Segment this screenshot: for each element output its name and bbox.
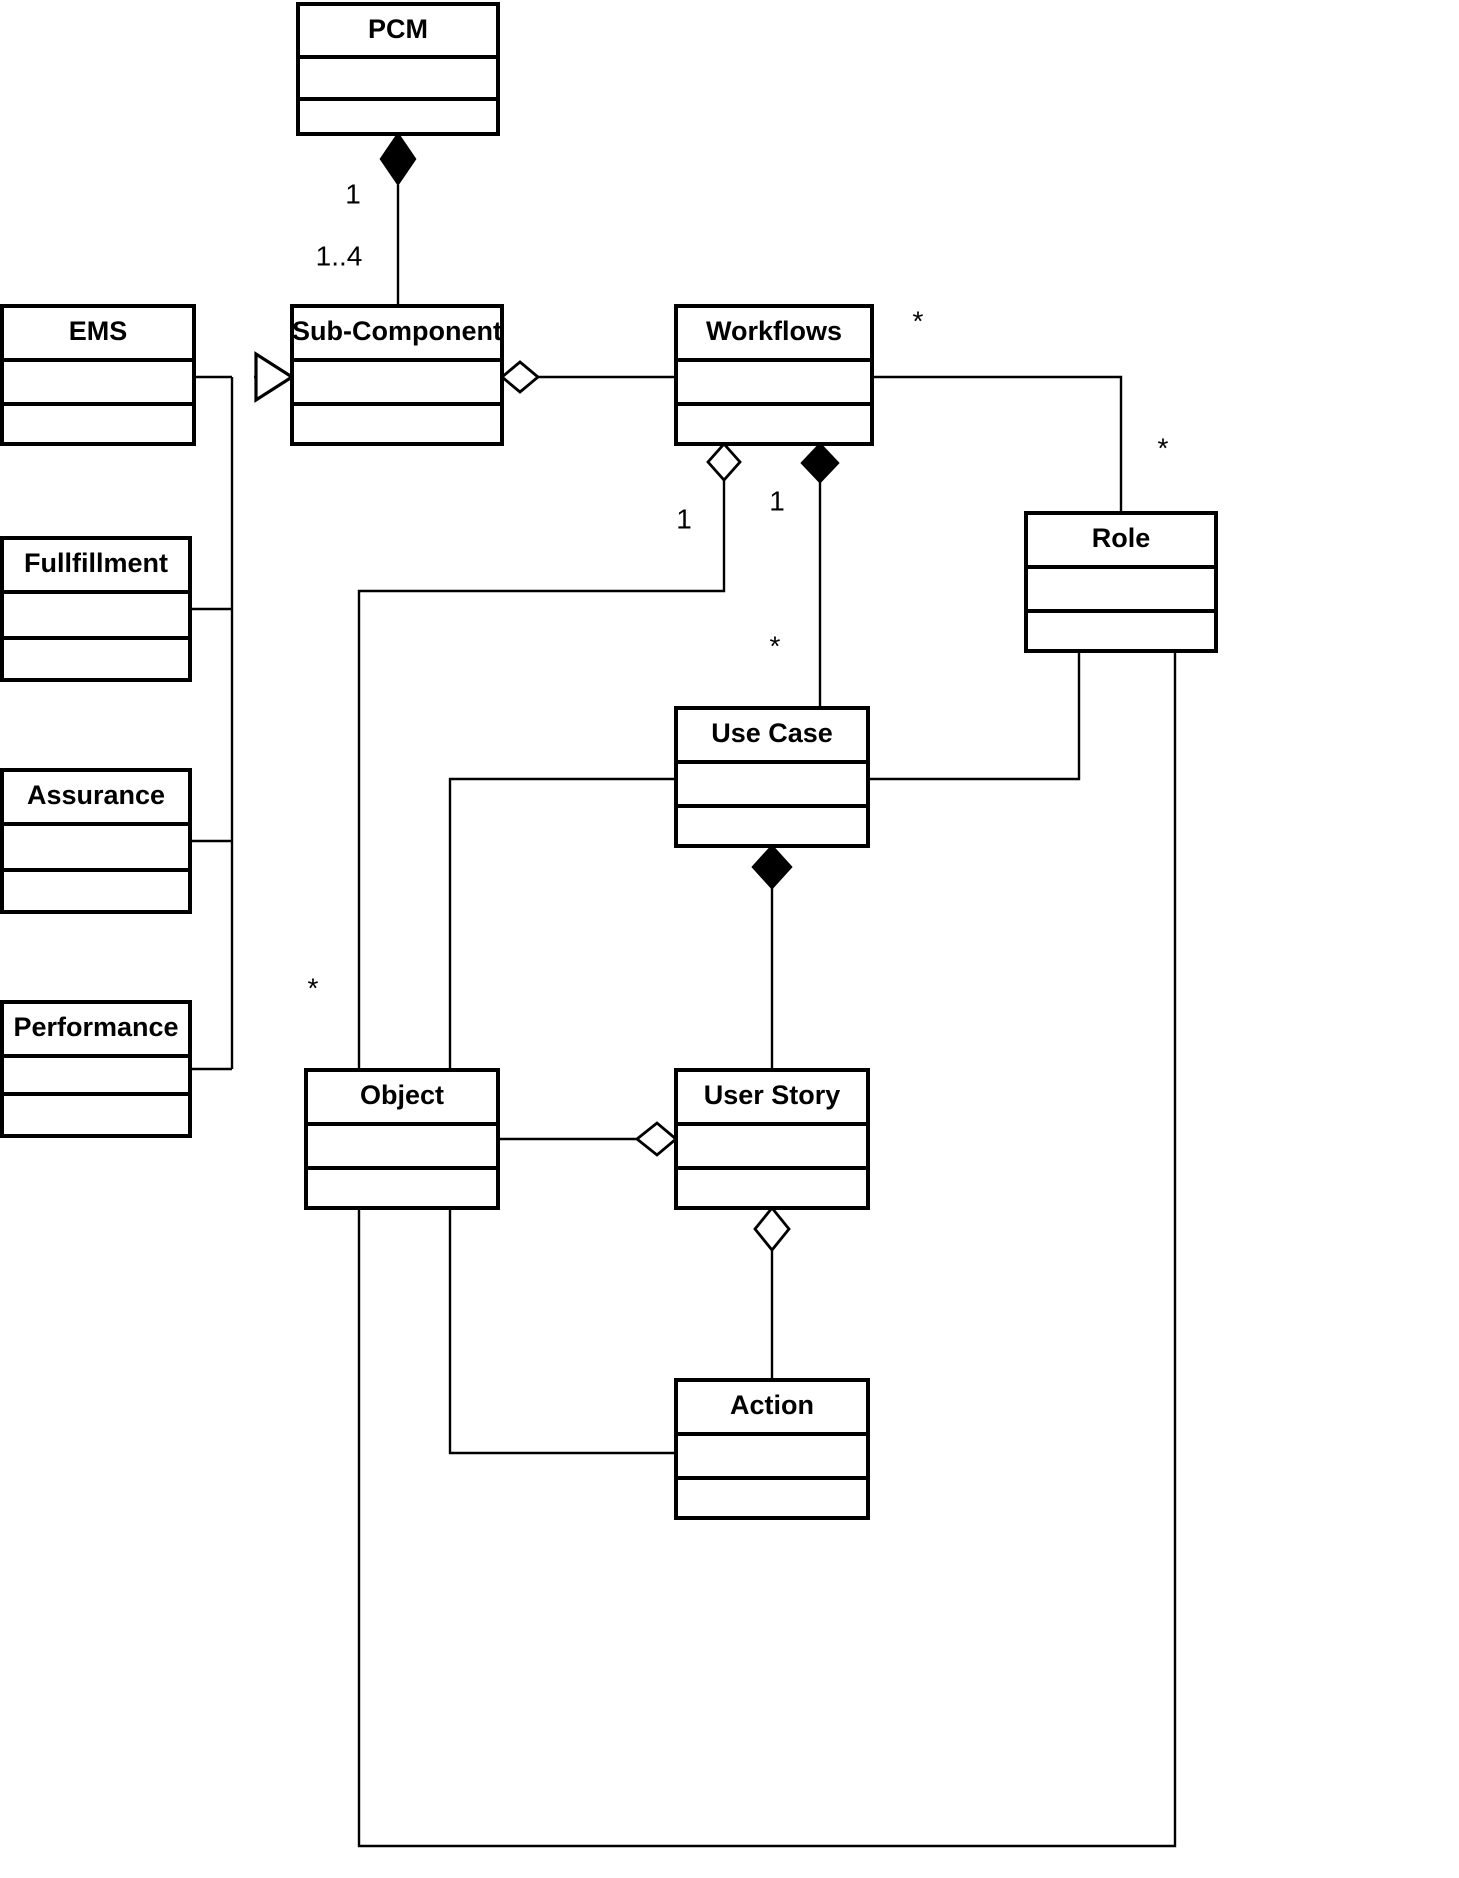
class-box-pcm[interactable]: PCM bbox=[296, 2, 500, 136]
connector-workflows-object bbox=[357, 479, 726, 1070]
hollow-diamond-icon-userstory-left bbox=[634, 1121, 679, 1157]
class-name-pcm: PCM bbox=[368, 14, 428, 44]
class-box-workflows[interactable]: Workflows bbox=[674, 304, 874, 446]
class-box-performance[interactable]: Performance bbox=[0, 1000, 192, 1138]
hollow-diamond-icon-subcomponent bbox=[499, 360, 541, 394]
multiplicity-label-workflows-object-1: 1 bbox=[676, 503, 692, 534]
class-name-user-story: User Story bbox=[704, 1080, 841, 1110]
multiplicity-label-role-star: * bbox=[1158, 432, 1169, 463]
class-box-fullfillment[interactable]: Fullfillment bbox=[0, 536, 192, 682]
class-box-user-story[interactable]: User Story bbox=[674, 1068, 870, 1210]
class-box-use-case[interactable]: Use Case bbox=[674, 706, 870, 848]
uml-class-diagram: PCM EMS Sub-Component Workflows Role Ful… bbox=[0, 0, 1459, 1878]
class-name-use-case: Use Case bbox=[711, 718, 833, 748]
filled-diamond-icon-workflows bbox=[800, 442, 840, 484]
filled-diamond-icon-pcm bbox=[379, 131, 417, 187]
connector-usecase-role bbox=[868, 651, 1081, 781]
class-name-action: Action bbox=[730, 1390, 814, 1420]
hollow-triangle-icon-subcomponent bbox=[254, 351, 295, 403]
multiplicity-label-pcm-1: 1 bbox=[345, 178, 361, 209]
filled-diamond-icon-usecase bbox=[751, 844, 793, 890]
multiplicity-label-workflows-usecase-1: 1 bbox=[769, 485, 785, 516]
class-box-action[interactable]: Action bbox=[674, 1378, 870, 1520]
class-name-fullfillment: Fullfillment bbox=[24, 548, 168, 578]
connector-workflows-role bbox=[872, 375, 1123, 513]
multiplicity-label-subcomponent-1-4: 1..4 bbox=[316, 240, 363, 271]
class-box-role[interactable]: Role bbox=[1024, 511, 1218, 653]
hollow-diamond-icon-workflows bbox=[706, 441, 742, 483]
hollow-diamond-icon-userstory-bottom bbox=[753, 1205, 791, 1253]
multiplicity-label-object-star: * bbox=[308, 972, 319, 1003]
multiplicity-label-usecase-star: * bbox=[770, 630, 781, 661]
class-name-ems: EMS bbox=[69, 316, 128, 346]
class-name-assurance: Assurance bbox=[27, 780, 165, 810]
uml-canvas: PCM EMS Sub-Component Workflows Role Ful… bbox=[0, 2, 1218, 1848]
class-box-object[interactable]: Object bbox=[304, 1068, 500, 1210]
class-name-role: Role bbox=[1092, 523, 1151, 553]
class-name-object: Object bbox=[360, 1080, 444, 1110]
class-name-sub-component: Sub-Component bbox=[292, 316, 502, 346]
class-box-ems[interactable]: EMS bbox=[0, 304, 196, 446]
multiplicity-label-workflows-role-star: * bbox=[913, 305, 924, 336]
class-name-performance: Performance bbox=[13, 1012, 178, 1042]
class-box-assurance[interactable]: Assurance bbox=[0, 768, 192, 914]
class-name-workflows: Workflows bbox=[706, 316, 842, 346]
class-box-sub-component[interactable]: Sub-Component bbox=[290, 304, 504, 446]
